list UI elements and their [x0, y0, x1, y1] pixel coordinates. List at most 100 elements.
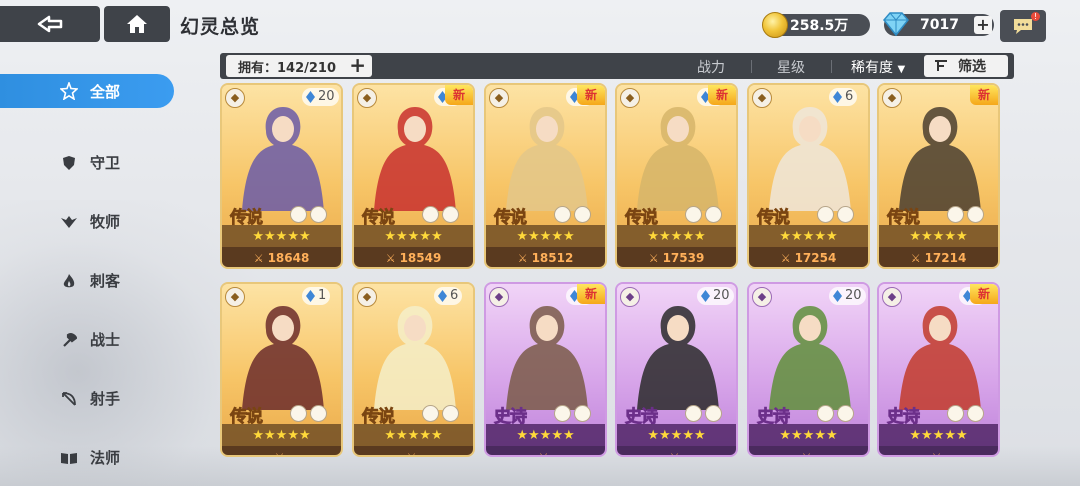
chat-bubble-icon: [1014, 19, 1032, 34]
star-rating: ★★★★★: [617, 225, 736, 247]
power-row: ⚔: [222, 446, 341, 457]
back-button[interactable]: [0, 6, 100, 42]
bow-icon: [60, 390, 78, 408]
power-value: 18549: [399, 251, 442, 265]
hero-portrait: [899, 107, 981, 211]
flame-icon: ◆: [620, 287, 640, 307]
hero-card[interactable]: ◆ 20 史诗 ★★★★★ ⚔: [747, 282, 870, 457]
hero-portrait: [242, 306, 324, 410]
hero-portrait: [506, 107, 588, 211]
chat-button[interactable]: !: [1000, 10, 1046, 42]
sidebar-item-label: 射手: [90, 390, 121, 408]
sort-power-button[interactable]: 战力: [697, 57, 725, 77]
new-badge: 新: [708, 85, 736, 105]
element-icon-secondary: [705, 405, 722, 422]
crossed-swords-icon: ⚔: [910, 251, 921, 265]
hero-portrait: [242, 107, 324, 211]
gem-amount: 7017: [920, 17, 959, 33]
sidebar-item-label: 刺客: [90, 272, 121, 290]
class-sidebar: 全部 守卫 牧师 刺客 战士 射手 法师: [0, 74, 176, 486]
sidebar-item-assassin[interactable]: 刺客: [0, 251, 176, 310]
hero-portrait: [769, 107, 851, 211]
crossed-swords-icon: ⚔: [669, 450, 680, 457]
hero-portrait: [637, 107, 719, 211]
star-rating: ★★★★★: [749, 424, 868, 446]
element-icon-secondary: [967, 206, 984, 223]
level-tag: 20: [302, 88, 339, 106]
element-icon: [290, 206, 307, 223]
hero-card[interactable]: ◆ 6 传说 ★★★★★ ⚔ 17254: [747, 83, 870, 269]
axe-icon: [60, 331, 78, 349]
sidebar-item-all[interactable]: 全部: [0, 74, 174, 108]
axe-icon: ◆: [357, 88, 377, 108]
shield-icon: ◆: [752, 287, 772, 307]
level-tag: 6: [829, 88, 858, 106]
element-icon: [817, 206, 834, 223]
gold-coin-icon: [762, 12, 788, 38]
gem-icon: [883, 12, 909, 37]
filter-label: 筛选: [958, 59, 986, 75]
power-row: ⚔: [749, 446, 868, 457]
hero-portrait: [769, 306, 851, 410]
crossed-swords-icon: ⚔: [274, 450, 285, 457]
element-icon: [290, 405, 307, 422]
hero-portrait: [374, 107, 456, 211]
element-icon: [947, 405, 964, 422]
hero-card[interactable]: ◆ 20 史诗 ★★★★★ ⚔: [615, 282, 738, 457]
element-icon-secondary: [967, 405, 984, 422]
hero-card[interactable]: ◆ 1 传说 ★★★★★ ⚔: [220, 282, 343, 457]
crossed-swords-icon: ⚔: [931, 450, 942, 457]
hero-portrait: [506, 306, 588, 410]
hero-card[interactable]: ◆1新传说★★★★★⚔18549: [352, 83, 475, 269]
crossed-swords-icon: ⚔: [648, 251, 659, 265]
element-icon: [554, 206, 571, 223]
home-icon: [127, 15, 147, 33]
book-icon: ◆: [882, 287, 902, 307]
element-icon-secondary: [574, 206, 591, 223]
power-value: 18512: [531, 251, 574, 265]
wings-icon: [60, 213, 78, 231]
hero-card[interactable]: ◆1新传说★★★★★⚔17539: [615, 83, 738, 269]
sort-star-button[interactable]: 星级: [777, 57, 805, 77]
book-icon: ◆: [225, 88, 245, 108]
divider: [831, 60, 832, 73]
sidebar-item-label: 全部: [90, 82, 121, 101]
hero-portrait: [637, 306, 719, 410]
sort-rarity-button[interactable]: 稀有度 ▼: [851, 57, 905, 77]
power-row: ⚔ 18549: [354, 247, 473, 267]
add-gems-button[interactable]: +: [974, 16, 992, 34]
sidebar-item-warrior[interactable]: 战士: [0, 310, 176, 369]
sidebar-item-guard[interactable]: 守卫: [0, 133, 176, 192]
caret-down-icon: ▼: [897, 64, 906, 75]
hero-card[interactable]: ◆2新史诗★★★★★⚔: [484, 282, 607, 457]
hero-card[interactable]: ◆ 6 传说 ★★★★★ ⚔: [352, 282, 475, 457]
expand-capacity-button[interactable]: +: [349, 55, 366, 76]
filter-bar: 拥有：142/210 + 战力 星级 稀有度 ▼ 筛选: [220, 53, 1014, 79]
hero-card[interactable]: ◆ 20 传说 ★★★★★ ⚔ 18648: [220, 83, 343, 269]
home-button[interactable]: [104, 6, 170, 42]
star-rating: ★★★★★: [354, 424, 473, 446]
gem-counter: 7017 +: [883, 12, 994, 37]
crossed-swords-icon: ⚔: [517, 251, 528, 265]
owned-count: 拥有：142/210 +: [226, 55, 372, 77]
star-rating: ★★★★★: [354, 225, 473, 247]
gold-amount: 258.5万: [790, 18, 849, 34]
element-icon: [422, 206, 439, 223]
sidebar-item-label: 牧师: [90, 213, 121, 231]
element-icon-secondary: [442, 206, 459, 223]
hero-card[interactable]: ◆2新史诗★★★★★⚔: [877, 282, 1000, 457]
element-icon-secondary: [442, 405, 459, 422]
filter-button[interactable]: 筛选: [924, 55, 1008, 77]
new-badge: 新: [970, 284, 998, 304]
hero-card[interactable]: ◆ 新传说 ★★★★★ ⚔ 17214: [877, 83, 1000, 269]
sidebar-item-archer[interactable]: 射手: [0, 369, 176, 428]
level-tag: 20: [829, 287, 866, 305]
sidebar-item-mage[interactable]: 法师: [0, 428, 176, 486]
sidebar-item-priest[interactable]: 牧师: [0, 192, 176, 251]
axe-icon: ◆: [620, 88, 640, 108]
star-rating: ★★★★★: [749, 225, 868, 247]
star-outline-icon: [60, 82, 78, 100]
star-rating: ★★★★★: [222, 225, 341, 247]
hero-card[interactable]: ◆2新传说★★★★★⚔18512: [484, 83, 607, 269]
crossed-swords-icon: ⚔: [801, 450, 812, 457]
